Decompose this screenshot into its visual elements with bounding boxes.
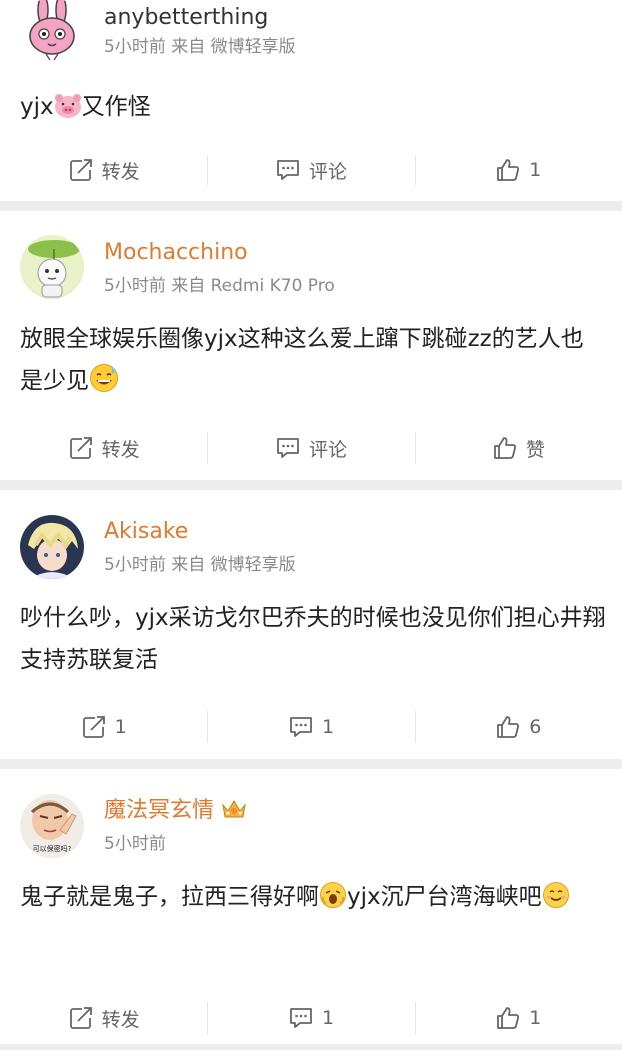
like-button[interactable]: 6 [414,695,622,759]
comment-card: 可以保密吗? 魔法冥玄情 5小时前 鬼子就是鬼子，拉西三得好啊 yjx沉尸台湾海… [0,769,622,1044]
comment-card: anybetterthing 5小时前 来自 微博轻享版 yjx 又作怪 转发 … [0,0,622,201]
avatar[interactable] [20,515,84,579]
comment-text: yjx 又作怪 [20,86,606,128]
post-meta: 5小时前 来自 微博轻享版 [104,555,296,575]
post-meta: 5小时前 来自 微博轻享版 [104,37,296,57]
comment-text: 吵什么吵，yjx采访戈尔巴乔夫的时候也没见你们担心井翔支持苏联复活 [20,597,606,681]
like-button[interactable]: 赞 [414,416,622,480]
thumbs-up-icon [497,159,520,181]
avatar[interactable] [20,0,84,62]
username[interactable]: Mochacchino [104,239,248,267]
repost-label: 转发 [101,160,140,183]
comment-text-part: 鬼子就是鬼子，拉西三得好啊 [20,884,319,910]
comment-icon [290,1008,312,1028]
comment-card: Akisake 5小时前 来自 微博轻享版 吵什么吵，yjx采访戈尔巴乔夫的时候… [0,490,622,759]
like-button[interactable]: 1 [414,139,622,201]
repost-button[interactable]: 1 [0,695,207,759]
like-label: 1 [529,1007,542,1029]
post-meta: 5小时前 来自 Redmi K70 Pro [104,276,335,296]
avatar[interactable] [20,235,84,299]
comment-text: 鬼子就是鬼子，拉西三得好啊 yjx沉尸台湾海峡吧 [20,876,606,918]
thumbs-up-icon [493,437,516,459]
comment-card: Mochacchino 5小时前 来自 Redmi K70 Pro 放眼全球娱乐… [0,211,622,480]
post-meta: 5小时前 [104,834,166,854]
repost-label: 1 [114,716,127,738]
repost-label: 转发 [101,1008,140,1031]
comment-label: 1 [321,716,335,738]
smile-emoji [542,882,569,908]
username[interactable]: 魔法冥玄情 [104,797,248,825]
username[interactable]: Akisake [104,518,188,546]
crown-badge-icon [222,800,246,818]
repost-icon [69,159,92,181]
comment-icon [277,160,299,180]
comment-label: 评论 [308,160,347,183]
action-bar: 转发 1 1 [0,986,622,1050]
comment-feed: anybetterthing 5小时前 来自 微博轻享版 yjx 又作怪 转发 … [0,0,622,1044]
sweat-smile-emoji [90,364,118,392]
repost-button[interactable]: 转发 [0,139,207,201]
like-label: 6 [529,716,542,738]
like-label: 1 [529,159,542,181]
comment-icon [277,438,299,458]
comment-button[interactable]: 1 [207,695,414,759]
like-button[interactable]: 1 [414,986,622,1050]
pig-face-emoji [54,94,81,118]
thumbs-up-icon [497,716,520,738]
repost-button[interactable]: 转发 [0,986,207,1050]
username[interactable]: anybetterthing [104,4,268,32]
comment-button[interactable]: 1 [207,986,414,1050]
action-bar: 转发 评论 1 [0,139,622,201]
comment-text: 放眼全球娱乐圈像yjx这种这么爱上蹿下跳碰zz的艺人也是少见 [20,318,606,402]
like-label: 赞 [525,438,545,461]
avatar-caption: 可以保密吗? [33,844,72,853]
comment-button[interactable]: 评论 [207,139,414,201]
avatar[interactable]: 可以保密吗? [20,794,84,858]
comment-text-part: 吵什么吵，yjx采访戈尔巴乔夫的时候也没见你们担心井翔支持苏联复活 [20,605,606,673]
comment-label: 1 [321,1007,335,1029]
shocked-emoji [320,882,346,908]
repost-button[interactable]: 转发 [0,416,207,480]
comment-text-part: yjx沉尸台湾海峡吧 [347,884,542,910]
thumbs-up-icon [497,1007,520,1029]
repost-label: 转发 [101,438,140,461]
action-bar: 1 1 6 [0,695,622,759]
comment-label: 评论 [308,438,347,461]
comment-text-part: yjx [20,94,54,120]
comment-icon [290,717,312,737]
repost-icon [69,437,92,459]
comment-button[interactable]: 评论 [207,416,414,480]
repost-icon [69,1007,92,1029]
repost-icon [82,716,105,738]
comment-text-part: 又作怪 [81,94,151,120]
action-bar: 转发 评论 赞 [0,416,622,480]
username-text: 魔法冥玄情 [104,798,215,823]
